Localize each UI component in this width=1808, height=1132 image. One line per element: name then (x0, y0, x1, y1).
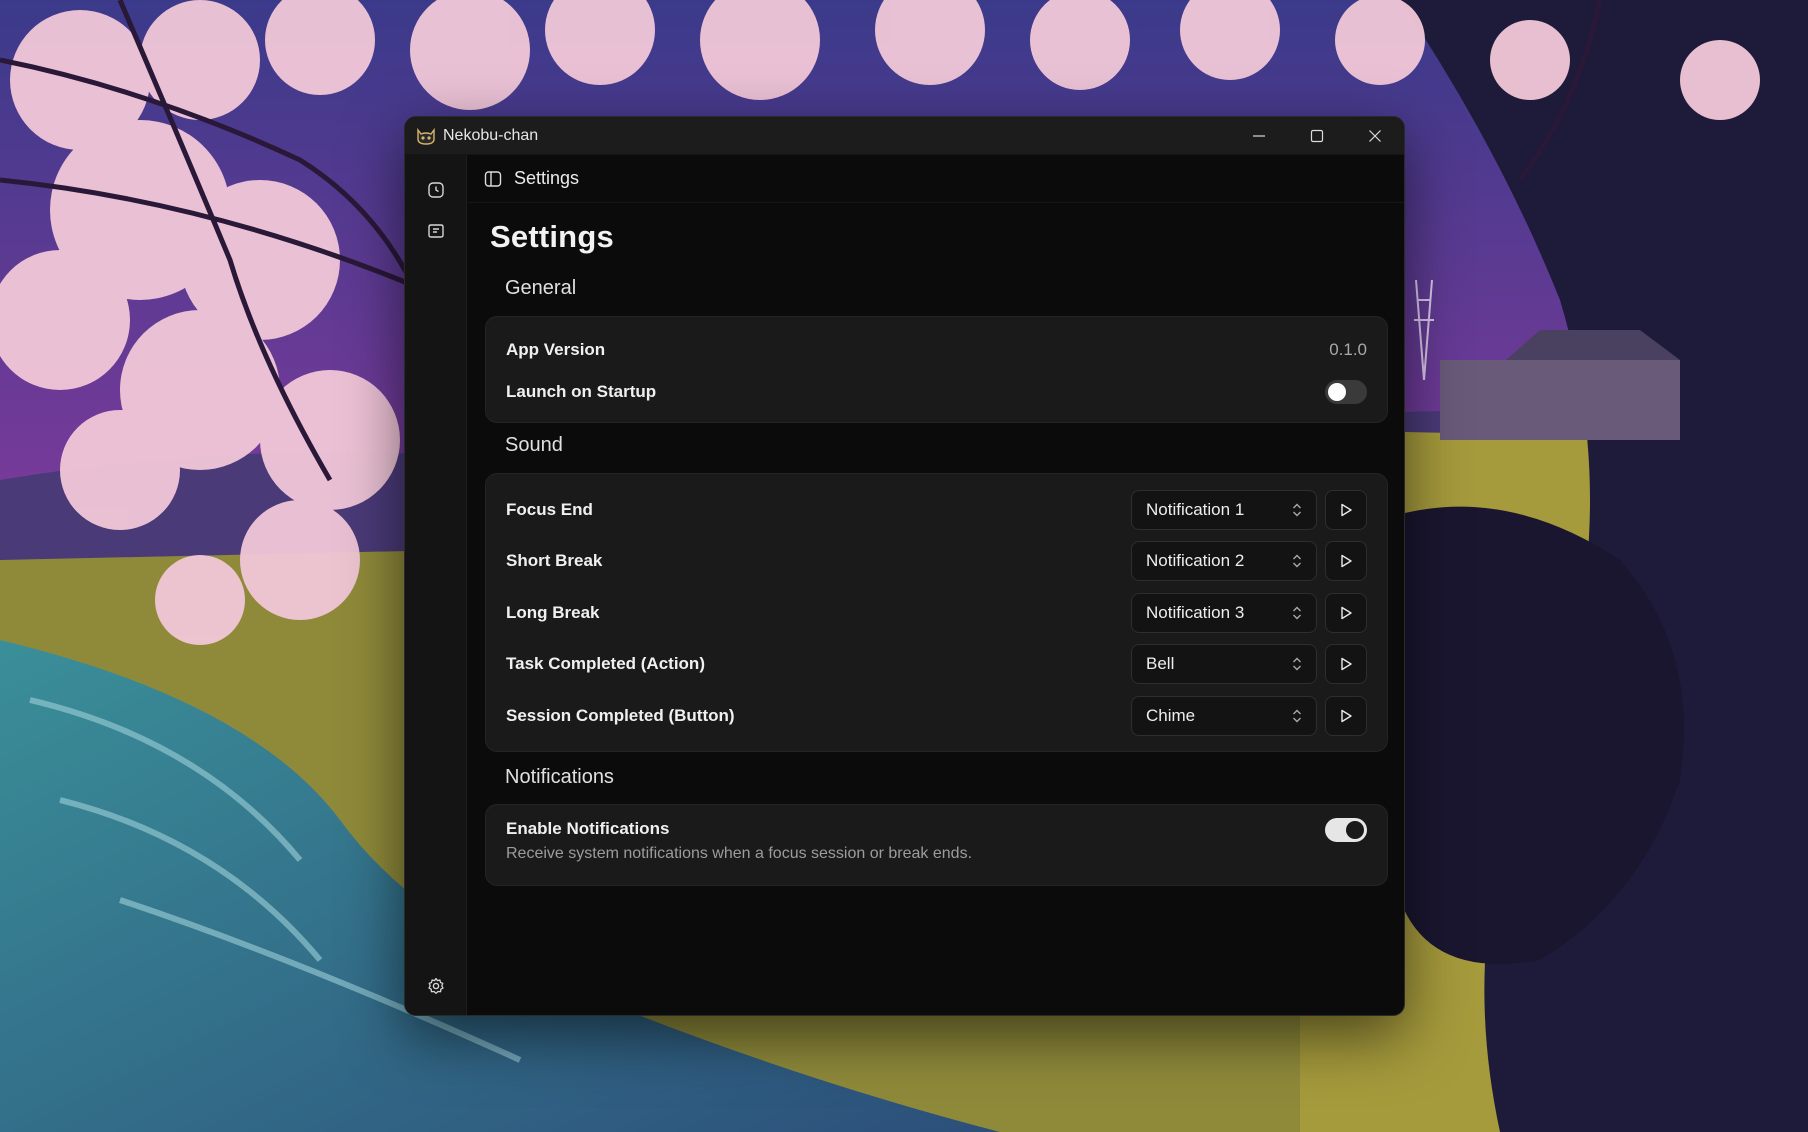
close-button[interactable] (1346, 117, 1404, 155)
sound-select-session-completed[interactable]: Chime (1131, 696, 1317, 736)
play-button-task-completed[interactable] (1325, 644, 1367, 684)
sound-select-focus-end[interactable]: Notification 1 (1131, 490, 1317, 530)
play-icon (1341, 657, 1352, 671)
general-card: App Version 0.1.0 Launch on Startup (485, 316, 1388, 423)
section-title-notifications: Notifications (505, 766, 614, 788)
chevron-up-down-icon (1293, 503, 1301, 517)
app-version-label: App Version (506, 340, 606, 359)
sound-card: Focus End Notification 1 Short Break Not… (485, 473, 1388, 752)
enable-notifications-row: Enable Notifications Receive system noti… (506, 818, 1367, 876)
maximize-icon (1310, 129, 1324, 142)
section-title-general: General (505, 277, 577, 299)
chevron-up-down-icon (1293, 606, 1301, 620)
rail-item-tasks[interactable] (421, 216, 451, 246)
enable-notifications-toggle[interactable] (1325, 818, 1367, 842)
app-version-value: 0.1.0 (1329, 340, 1367, 359)
enable-notifications-label: Enable Notifications (506, 819, 670, 838)
timer-icon (428, 182, 444, 198)
sound-select-task-completed[interactable]: Bell (1131, 644, 1317, 684)
chevron-up-down-icon (1293, 709, 1301, 723)
close-icon (1369, 129, 1381, 142)
sound-row-label: Task Completed (Action) (506, 654, 705, 673)
select-value: Notification 2 (1146, 551, 1245, 570)
toggle-knob (1328, 383, 1346, 401)
select-value: Notification 1 (1146, 500, 1245, 519)
play-icon (1341, 554, 1352, 568)
launch-on-startup-label: Launch on Startup (506, 382, 657, 401)
select-value: Bell (1146, 654, 1175, 673)
sidebar-toggle-button[interactable] (482, 168, 504, 190)
sound-select-short-break[interactable]: Notification 2 (1131, 541, 1317, 581)
select-value: Notification 3 (1146, 603, 1245, 622)
sound-row-focus-end: Focus End Notification 1 (506, 490, 1367, 530)
top-bar: Settings (468, 155, 1404, 203)
sound-row-label: Long Break (506, 603, 600, 622)
enable-notifications-description: Receive system notifications when a focu… (506, 845, 973, 862)
chevron-up-down-icon (1293, 657, 1301, 671)
sound-row-task-completed: Task Completed (Action) Bell (506, 644, 1367, 684)
page-title: Settings (490, 219, 614, 254)
rail-item-settings[interactable] (421, 971, 451, 1001)
sound-row-label: Short Break (506, 551, 603, 570)
sound-row-label: Focus End (506, 500, 593, 519)
maximize-button[interactable] (1288, 117, 1346, 155)
minimize-button[interactable] (1230, 117, 1288, 155)
play-button-short-break[interactable] (1325, 541, 1367, 581)
minimize-icon (1253, 134, 1265, 137)
select-value: Chime (1146, 706, 1196, 725)
enable-notifications-text: Enable Notifications Receive system noti… (506, 818, 972, 863)
toggle-knob (1346, 821, 1364, 839)
section-title-sound: Sound (505, 434, 563, 456)
sidebar-toggle-icon (484, 170, 502, 187)
settings-content: Settings Settings General App Version 0.… (468, 155, 1404, 1015)
breadcrumb: Settings (514, 168, 580, 188)
title-bar[interactable]: Nekobu-chan (405, 117, 1404, 155)
sound-row-long-break: Long Break Notification 3 (506, 593, 1367, 633)
sound-row-label: Session Completed (Button) (506, 706, 735, 725)
play-icon (1341, 709, 1352, 723)
app-version-row: App Version 0.1.0 (506, 338, 1367, 362)
app-window: Nekobu-chan Settings Settings General Ap… (404, 116, 1405, 1016)
nav-rail (405, 155, 467, 1015)
play-button-session-completed[interactable] (1325, 696, 1367, 736)
rail-item-timer[interactable] (421, 175, 451, 205)
notifications-card: Enable Notifications Receive system noti… (485, 804, 1388, 886)
cat-logo-icon (417, 127, 435, 145)
sound-row-short-break: Short Break Notification 2 (506, 541, 1367, 581)
sound-select-long-break[interactable]: Notification 3 (1131, 593, 1317, 633)
tasks-icon (428, 224, 444, 238)
launch-on-startup-toggle[interactable] (1325, 380, 1367, 404)
play-icon (1341, 606, 1352, 620)
gear-icon (428, 977, 444, 994)
launch-on-startup-row: Launch on Startup (506, 379, 1367, 405)
chevron-up-down-icon (1293, 554, 1301, 568)
play-icon (1341, 503, 1352, 517)
window-title: Nekobu-chan (443, 126, 539, 144)
sound-row-session-completed: Session Completed (Button) Chime (506, 696, 1367, 736)
play-button-long-break[interactable] (1325, 593, 1367, 633)
play-button-focus-end[interactable] (1325, 490, 1367, 530)
